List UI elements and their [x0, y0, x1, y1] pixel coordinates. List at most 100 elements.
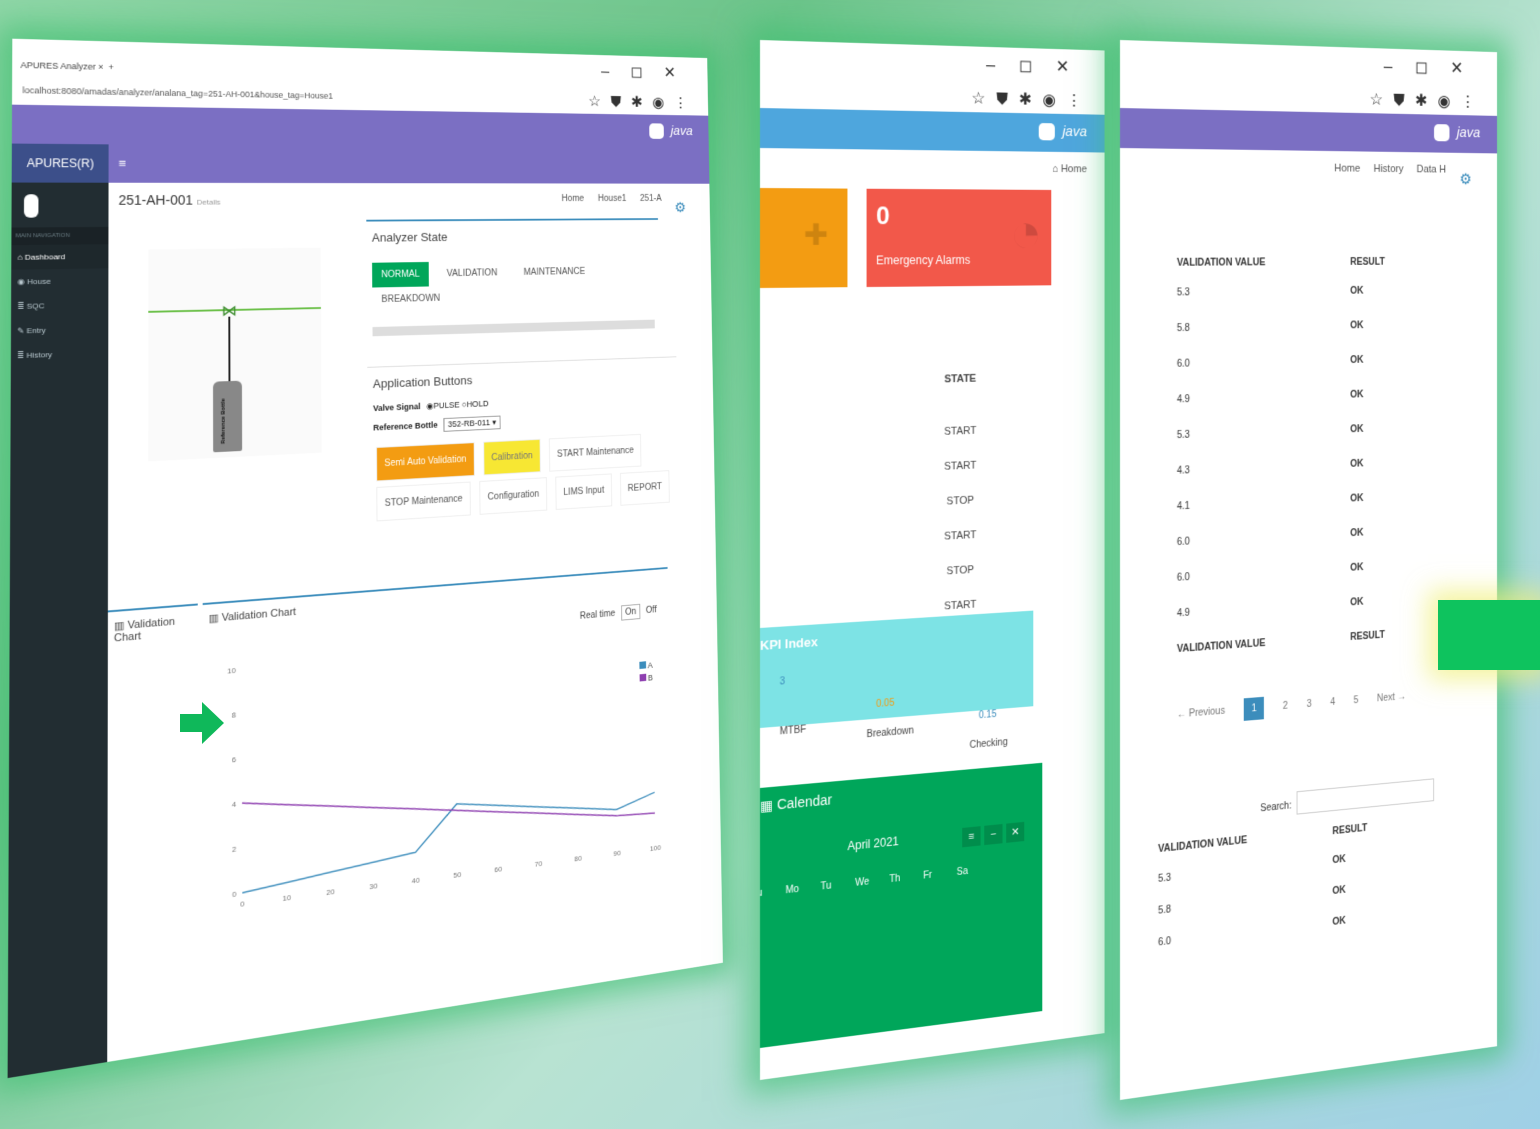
url-text[interactable]: localhost:8080/amadas/analyzer/analana_t…	[22, 85, 333, 100]
emergency-alarms-box: 0 Emergency Alarms ◔	[866, 188, 1052, 288]
search-row: Search:	[1260, 778, 1435, 818]
y-tick-label: 10	[227, 666, 236, 676]
app-logo-icon	[11, 183, 108, 228]
analyzer-state-panel: Analyzer State NORMAL VALIDATION MAINTEN…	[366, 218, 660, 351]
menu-toggle-icon[interactable]: ≡	[108, 144, 710, 184]
result-cell: OK	[1350, 458, 1364, 470]
green-decoration	[1438, 600, 1540, 670]
x-tick-label: 80	[574, 854, 582, 863]
browser-toolbar-icons[interactable]: ☆⛊✱◉⋮	[1370, 90, 1486, 112]
app-header: java	[1120, 108, 1498, 154]
tab-validation[interactable]: VALIDATION	[438, 261, 506, 286]
x-tick-label: 30	[369, 881, 378, 891]
reference-bottle: Reference Bottle	[213, 380, 243, 453]
sidebar-item-sqc[interactable]: ≣ SQC	[11, 292, 108, 318]
gear-icon[interactable]: ⚙	[674, 199, 686, 216]
page-5-button[interactable]: 5	[1354, 695, 1359, 706]
page-title: 251-AH-001 Details	[118, 192, 221, 208]
validation-table-2: VALIDATION VALUERESULT 5.3OK 5.8OK 6.0OK	[1158, 817, 1429, 970]
screenshot-stage: APURES Analyzer × + –◻✕ localhost:8080/a…	[0, 0, 1540, 1129]
breadcrumb-house[interactable]: House1	[598, 194, 627, 204]
page-subtitle: Details	[196, 197, 221, 207]
tab-maintenance[interactable]: MAINTENANCE	[515, 260, 594, 285]
tab-breakdown[interactable]: BREAKDOWN	[372, 286, 449, 312]
result-cell: OK	[1350, 389, 1364, 401]
minimize-icon[interactable]: −	[984, 824, 1003, 846]
window-controls[interactable]: –◻✕	[601, 62, 697, 82]
y-tick-label: 6	[232, 755, 237, 764]
sidebar-item-entry[interactable]: ✎ Entry	[11, 317, 108, 344]
breadcrumb-home[interactable]: Home	[1334, 163, 1360, 175]
kpi-title: KPI Index	[760, 634, 818, 653]
table-row: STOP	[946, 494, 975, 508]
sidebar: APURES(R) MAIN NAVIGATION ⌂ Dashboard ◉ …	[7, 143, 109, 1079]
calendar-title: ▦ Calendar	[760, 791, 833, 814]
previous-button[interactable]: ← Previous	[1177, 706, 1225, 721]
browser-toolbar-icons[interactable]: ☆⛊✱◉⋮	[971, 89, 1092, 111]
calibration-button[interactable]: Calibration	[483, 438, 541, 476]
chart-small-title: ▥ Validation Chart	[113, 615, 176, 645]
next-button[interactable]: Next →	[1377, 691, 1406, 704]
start-maintenance-button[interactable]: START Maintenance	[549, 433, 642, 472]
pulse-radio[interactable]: ◉	[426, 401, 433, 410]
y-tick-label: 4	[232, 800, 237, 809]
kpi-checking-value: 0.15	[978, 709, 997, 722]
breadcrumb: Home House1 251-A	[550, 194, 662, 204]
y-tick-label: 8	[232, 710, 237, 719]
history-window: –◻✕ ☆⛊✱◉⋮ java Home History Data H ⚙ VAL…	[1120, 40, 1498, 1100]
gear-icon[interactable]: ⚙	[1459, 170, 1471, 189]
breadcrumb-home[interactable]: ⌂ Home	[1052, 163, 1087, 175]
semi-auto-validation-button[interactable]: Semi Auto Validation	[376, 442, 475, 482]
x-tick-label: 60	[494, 865, 502, 875]
sidebar-item-house[interactable]: ◉ House	[11, 268, 108, 294]
lims-input-button[interactable]: LIMS Input	[555, 473, 612, 510]
x-tick-label: 0	[240, 899, 245, 909]
pagination: ← Previous 1 2 3 4 5 Next →	[1177, 684, 1422, 726]
window-controls[interactable]: –◻✕	[986, 55, 1092, 78]
valve-icon: ⋈	[221, 303, 237, 320]
configuration-button[interactable]: Configuration	[479, 477, 548, 515]
brand-title[interactable]: APURES(R)	[11, 143, 109, 183]
breadcrumb-history[interactable]: History	[1374, 163, 1404, 175]
menu-icon[interactable]: ≡	[962, 826, 981, 848]
page-2-button[interactable]: 2	[1283, 701, 1288, 712]
alarm-label: Emergency Alarms	[876, 253, 971, 268]
browser-toolbar-icons[interactable]: ☆⛊✱◉⋮	[588, 93, 697, 112]
series-line-b	[242, 755, 655, 866]
kpi-mtbf-value: 3	[779, 676, 786, 688]
main-content: 251-AH-001 Details Home House1 251-A ⚙ ⋈ …	[107, 182, 723, 1063]
validation-value-cell: 5.3	[1176, 287, 1190, 299]
kpi-breakdown-label: Breakdown	[866, 725, 914, 741]
java-logo-icon	[1434, 124, 1450, 142]
reference-bottle-select[interactable]: 352-RB-011 ▾	[443, 415, 501, 432]
validation-value-cell: 6.0	[1176, 358, 1190, 370]
page-1-button[interactable]: 1	[1244, 696, 1264, 721]
y-tick-label: 2	[232, 845, 236, 854]
page-3-button[interactable]: 3	[1307, 699, 1312, 710]
analyzer-window: APURES Analyzer × + –◻✕ localhost:8080/a…	[7, 38, 723, 1079]
calendar-widget: ▦ Calendar ≡ − ✕ April 2021 Su Mo Tu We Th Fr Sa	[760, 762, 1043, 1051]
flow-arrow	[228, 316, 231, 385]
x-tick-label: 40	[412, 876, 421, 886]
validation-table: VALIDATION VALUE RESULT 5.3 OK 5.8 OK 6.0 OK 4.…	[1177, 257, 1463, 674]
browser-tab[interactable]: APURES Analyzer × +	[20, 60, 113, 72]
nav-label: MAIN NAVIGATION	[11, 226, 109, 246]
chart-plot: 0 10 20 30 40 50 60 70 80 90 100 0 2 4 6 8 10	[227, 666, 661, 909]
green-arrow-icon	[180, 702, 224, 744]
stop-maintenance-button[interactable]: STOP Maintenance	[376, 481, 471, 522]
add-user-infobox: ✚	[760, 187, 848, 289]
breadcrumb-home[interactable]: Home	[562, 194, 584, 204]
breadcrumb: Home History Data H	[1324, 163, 1446, 176]
report-button[interactable]: REPORT	[620, 470, 670, 506]
horizontal-scrollbar[interactable]	[372, 319, 655, 337]
search-input[interactable]	[1296, 778, 1435, 815]
java-logo: java	[1434, 124, 1480, 142]
page-4-button[interactable]: 4	[1330, 697, 1335, 708]
breadcrumb-analyzer: 251-A	[639, 193, 662, 204]
sidebar-item-dashboard[interactable]: ⌂ Dashboard	[11, 244, 109, 270]
validation-chart: ▥ Validation Chart Real time On Off A B …	[202, 567, 673, 958]
tab-normal[interactable]: NORMAL	[372, 261, 429, 288]
sidebar-item-history[interactable]: ≣ History	[11, 341, 108, 368]
close-icon[interactable]: ✕	[1006, 821, 1025, 843]
window-controls[interactable]: –◻✕	[1384, 56, 1486, 79]
